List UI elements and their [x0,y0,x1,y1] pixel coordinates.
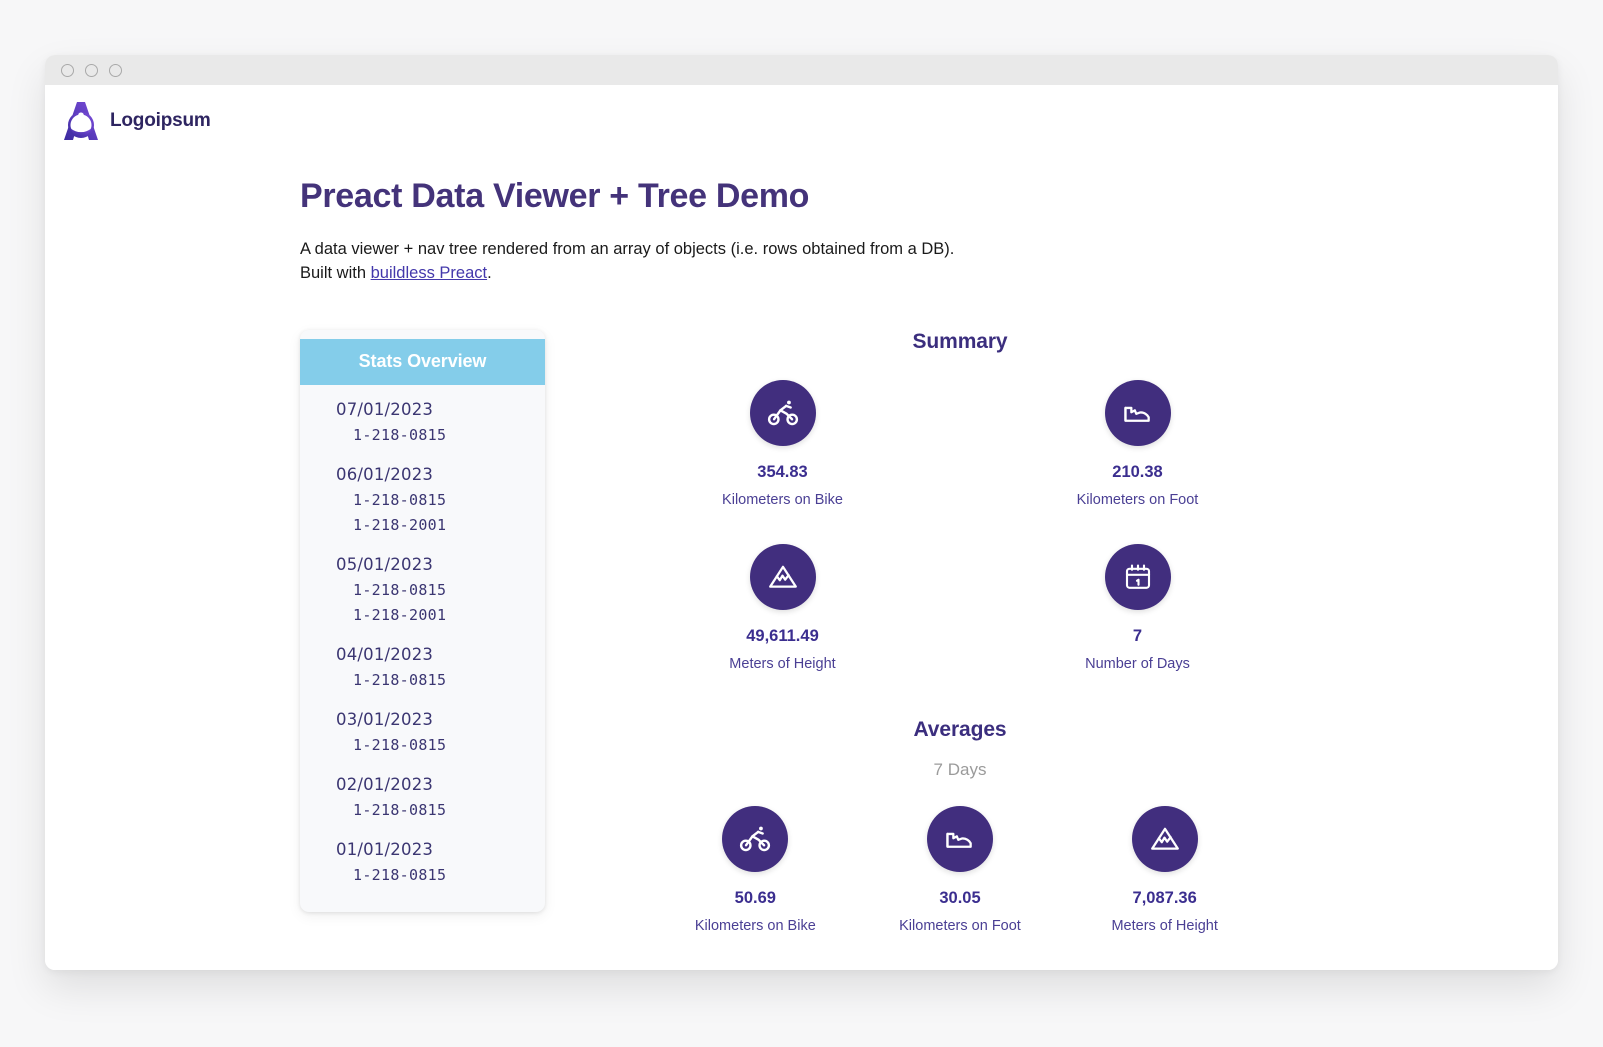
mountain-icon [1131,806,1198,872]
page-header: Preact Data Viewer + Tree Demo A data vi… [300,177,1400,286]
tree-date-node[interactable]: 04/01/2023 [300,642,545,668]
tree-group: 03/01/2023 1-218-0815 [300,707,545,758]
stats-overview-tree-card: Stats Overview 07/01/2023 1-218-0815 06/01… [300,330,545,912]
shoe-icon [926,806,993,872]
stat-value: 50.69 [734,889,776,907]
stat-value: 210.38 [1112,463,1163,481]
tree-group: 01/01/2023 1-218-0815 [300,837,545,888]
summary-title: Summary [912,330,1008,353]
averages-subtitle: 7 Days [933,760,987,779]
stat-value: 49,611.49 [746,627,819,645]
tree-group: 02/01/2023 1-218-0815 [300,772,545,823]
tree-date-node[interactable]: 06/01/2023 [300,462,545,488]
averages-title: Averages [913,718,1007,741]
tree-date-node[interactable]: 07/01/2023 [300,397,545,423]
tree-leaf-node[interactable]: 1-218-2001 [300,513,545,538]
tree-header: Stats Overview [300,339,545,385]
stat-tile: 49,611.49 Meters of Height [605,544,960,672]
tree-leaf-node[interactable]: 1-218-0815 [300,863,545,888]
stat-label: Kilometers on Bike [694,918,816,934]
stat-tile: 30.05 Kilometers on Foot [858,806,1063,934]
calendar-icon [1104,544,1171,610]
minimize-dot-icon[interactable] [85,63,98,77]
stat-tile: 354.83 Kilometers on Bike [605,380,960,508]
browser-window: Logoipsum Preact Data Viewer + Tree Demo… [45,55,1558,970]
summary-grid: 354.83 Kilometers on Bike 210.38 Kilometers… [605,380,1315,672]
stat-value: 7,087.36 [1132,889,1197,907]
tree-leaf-node[interactable]: 1-218-0815 [300,668,545,693]
shoe-icon [1104,380,1171,446]
stat-label: Meters of Height [729,656,836,672]
buildless-preact-link[interactable]: buildless Preact [371,264,487,282]
page-description-line-2-prefix: Built with [300,263,371,282]
stat-label: Meters of Height [1111,918,1218,934]
tree-group: 07/01/2023 1-218-0815 [300,397,545,448]
brand-name: Logoipsum [110,110,211,131]
tree-date-node[interactable]: 01/01/2023 [300,837,545,863]
tree-leaf-node[interactable]: 1-218-0815 [300,798,545,823]
tree-leaf-node[interactable]: 1-218-2001 [300,603,545,628]
mountain-icon [749,544,816,610]
window-titlebar [45,55,1558,85]
stat-tile: 210.38 Kilometers on Foot [960,380,1315,508]
stats-panel: Summary 354.83 Kilometers on Bike 210.38 Ki… [605,330,1315,934]
tree-date-node[interactable]: 05/01/2023 [300,552,545,578]
main-content: Stats Overview 07/01/2023 1-218-0815 06/01… [45,330,1558,970]
tree-group: 05/01/2023 1-218-0815 1-218-2001 [300,552,545,628]
stat-label: Kilometers on Foot [1076,492,1199,508]
bike-icon [749,380,816,446]
tree-leaf-node[interactable]: 1-218-0815 [300,578,545,603]
averages-grid: 50.69 Kilometers on Bike 30.05 Kilometers o… [605,806,1315,934]
tree-leaf-node[interactable]: 1-218-0815 [300,423,545,448]
stat-value: 7 [1132,627,1143,645]
stat-value: 30.05 [939,889,981,907]
tree-group: 04/01/2023 1-218-0815 [300,642,545,693]
tree-body: 07/01/2023 1-218-0815 06/01/2023 1-218-0815… [300,385,545,888]
brand-logo[interactable]: Logoipsum [62,100,211,142]
page-description-line-1: A data viewer + nav tree rendered from a… [300,240,955,258]
maximize-dot-icon[interactable] [109,63,122,77]
stat-value: 354.83 [757,463,808,481]
stat-label: Kilometers on Foot [899,918,1021,934]
tree-date-node[interactable]: 03/01/2023 [300,707,545,733]
tree-date-node[interactable]: 02/01/2023 [300,772,545,798]
stat-tile: 50.69 Kilometers on Bike [653,806,858,934]
page-description: A data viewer + nav tree rendered from a… [300,238,1400,286]
stat-label: Kilometers on Bike [722,492,843,508]
bike-icon [722,806,789,872]
logoipsum-mark-icon [62,100,100,142]
page-description-line-2-suffix: . [487,263,492,282]
stat-tile: 7,087.36 Meters of Height [1062,806,1267,934]
tree-leaf-node[interactable]: 1-218-0815 [300,488,545,513]
page-title: Preact Data Viewer + Tree Demo [300,177,810,215]
close-dot-icon[interactable] [61,63,74,77]
tree-leaf-node[interactable]: 1-218-0815 [300,733,545,758]
averages-block: Averages 7 Days 50.69 Kilometers on Bike 3… [605,718,1315,934]
stat-tile: 7 Number of Days [960,544,1315,672]
page-viewport: Logoipsum Preact Data Viewer + Tree Demo… [45,85,1558,970]
stat-label: Number of Days [1085,656,1190,672]
tree-group: 06/01/2023 1-218-0815 1-218-2001 [300,462,545,538]
